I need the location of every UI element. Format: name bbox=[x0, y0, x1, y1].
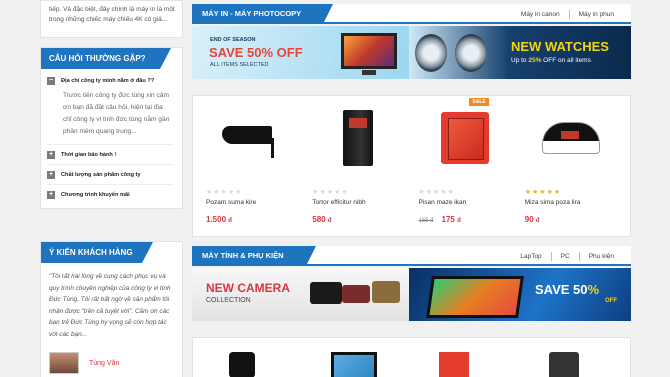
product-card[interactable]: ★★★★★ Miza sima poza lira 90 đ bbox=[518, 96, 624, 236]
tablet-image bbox=[426, 276, 524, 318]
faq-question[interactable]: + Chất lượng sản phẩm công ty bbox=[47, 165, 174, 184]
rating-stars: ★★★★★ bbox=[524, 189, 562, 196]
link-laptop[interactable]: LapTop bbox=[511, 252, 550, 261]
product-image[interactable] bbox=[312, 96, 404, 180]
banner-off: OFF bbox=[605, 298, 617, 304]
phone-image bbox=[440, 112, 489, 164]
product-price: 155 đ 175 đ bbox=[418, 215, 461, 224]
banner-end-of-season[interactable]: END OF SEASON SAVE 50% OFF ALL ITEMS SEL… bbox=[192, 26, 409, 79]
product-grid bbox=[192, 337, 631, 377]
intro-text: tiếp. Và đặc biệt, đây chính là máy in l… bbox=[40, 0, 183, 38]
faq-item[interactable]: + Thời gian bảo hành ! bbox=[47, 145, 174, 165]
banner-save-50[interactable]: SAVE 50% OFF bbox=[409, 268, 631, 321]
faq-question[interactable]: + Chương trình khuyến mãi bbox=[47, 185, 174, 204]
link-may-in-phun[interactable]: Máy in phun bbox=[568, 10, 623, 19]
faq-question[interactable]: − Địa chỉ công ty mình nằm ở đâu ?? bbox=[47, 71, 174, 90]
rating-stars: ★★★★★ bbox=[312, 189, 349, 196]
link-phu-kien[interactable]: Phụ kiện bbox=[578, 252, 623, 261]
banner-line-2: SAVE 50% OFF bbox=[209, 45, 303, 60]
testimonial-user-name[interactable]: Tùng Văn bbox=[89, 360, 119, 367]
smartwatch-image[interactable] bbox=[229, 352, 255, 377]
banner-title: NEW CAMERA bbox=[206, 281, 290, 295]
product-name[interactable]: Pisan maze ikan bbox=[419, 199, 511, 206]
minus-icon[interactable]: − bbox=[47, 76, 55, 85]
faq-answer: Trước tiên công ty đức tùng xin cảm ơn b… bbox=[63, 92, 170, 135]
link-may-in-canon[interactable]: Máy in canon bbox=[512, 10, 569, 19]
product-image[interactable] bbox=[525, 96, 617, 180]
faq-title: CÂU HỎI THƯỜNG GẶP? bbox=[41, 48, 171, 69]
faq-item[interactable]: − Địa chỉ công ty mình nằm ở đâu ?? Trướ… bbox=[47, 71, 174, 145]
sneaker-image bbox=[541, 122, 600, 154]
monitor-image[interactable] bbox=[331, 352, 377, 377]
faq-question-text[interactable]: Chương trình khuyến mãi bbox=[61, 192, 130, 198]
pc-tower-image bbox=[343, 110, 374, 166]
section-title[interactable]: MÁY TÍNH & PHỤ KIỆN bbox=[192, 246, 316, 266]
faq-question-text[interactable]: Địa chỉ công ty mình nằm ở đâu ?? bbox=[61, 78, 154, 84]
banner-title: SAVE 50% bbox=[535, 282, 600, 297]
banner-line-3: ALL ITEMS SELECTED bbox=[210, 62, 269, 68]
testimonial-title: Ý KIẾN KHÁCH HÀNG bbox=[41, 242, 153, 263]
product-price: 90 đ bbox=[524, 215, 540, 224]
sale-badge: SALE bbox=[469, 98, 489, 106]
faq-question-text[interactable]: Chất lượng sản phẩm công ty bbox=[61, 172, 141, 178]
link-pc[interactable]: PC bbox=[550, 252, 579, 261]
testimonial-user: Tùng Văn bbox=[49, 352, 182, 374]
tablet-image[interactable] bbox=[549, 352, 579, 377]
banner-subtitle: Up to 25% OFF on all items bbox=[511, 57, 591, 64]
camera-image bbox=[372, 281, 400, 303]
faq-item[interactable]: + Chất lượng sản phẩm công ty bbox=[47, 165, 174, 185]
product-card[interactable]: ★★★★★ Tortor efficitur nibh 580 đ bbox=[305, 96, 411, 236]
testimonial-panel: Ý KIẾN KHÁCH HÀNG "Tôi rất hài lòng về c… bbox=[40, 241, 183, 377]
rating-stars: ★★★★★ bbox=[206, 189, 243, 196]
old-price: 155 đ bbox=[418, 218, 434, 224]
banner-line-1: END OF SEASON bbox=[210, 37, 256, 43]
section-printers: MÁY IN - MÁY PHOTOCOPY Máy in canon Máy … bbox=[192, 4, 631, 237]
testimonial-text: "Tôi rất hài lòng về cung cách phục vụ v… bbox=[49, 273, 171, 338]
product-card[interactable]: SALE ★★★★★ Pisan maze ikan 155 đ 175 đ bbox=[412, 96, 518, 236]
watch-image bbox=[455, 34, 487, 72]
section-links: Máy in canon Máy in phun bbox=[512, 10, 623, 19]
high-heel-image bbox=[222, 118, 282, 158]
banner-new-camera[interactable]: NEW CAMERA COLLECTION bbox=[192, 268, 409, 321]
sidebar: tiếp. Và đặc biệt, đây chính là máy in l… bbox=[40, 0, 183, 377]
plus-icon[interactable]: + bbox=[47, 170, 55, 179]
avatar bbox=[49, 352, 79, 374]
faq-list: − Địa chỉ công ty mình nằm ở đâu ?? Trướ… bbox=[41, 69, 182, 208]
plus-icon[interactable]: + bbox=[47, 190, 55, 199]
faq-item[interactable]: + Chương trình khuyến mãi bbox=[47, 185, 174, 204]
product-price: 580 đ bbox=[312, 215, 332, 224]
product-name[interactable]: Miza sima poza lira bbox=[525, 199, 617, 206]
banner-subtitle: COLLECTION bbox=[206, 297, 251, 304]
product-image[interactable]: SALE bbox=[419, 96, 511, 180]
section-header: MÁY TÍNH & PHỤ KIỆN LapTop PC Phụ kiện bbox=[192, 246, 631, 266]
product-name[interactable]: Tortor efficitur nibh bbox=[312, 199, 404, 206]
product-card[interactable]: ★★★★★ Pozam suma kire 1.500 đ bbox=[199, 96, 305, 236]
banner-row: END OF SEASON SAVE 50% OFF ALL ITEMS SEL… bbox=[192, 26, 631, 79]
section-links: LapTop PC Phụ kiện bbox=[511, 252, 623, 261]
tv-image bbox=[341, 33, 397, 75]
faq-question[interactable]: + Thời gian bảo hành ! bbox=[47, 145, 174, 164]
product-image[interactable] bbox=[206, 96, 298, 180]
banner-row: NEW CAMERA COLLECTION SAVE 50% OFF bbox=[192, 268, 631, 321]
product-grid: ★★★★★ Pozam suma kire 1.500 đ ★★★★★ Tort… bbox=[192, 95, 631, 237]
section-computers: MÁY TÍNH & PHỤ KIỆN LapTop PC Phụ kiện N… bbox=[192, 246, 631, 377]
product-name[interactable]: Pozam suma kire bbox=[206, 199, 298, 206]
faq-question-text[interactable]: Thời gian bảo hành ! bbox=[61, 152, 116, 158]
watch-image bbox=[415, 34, 447, 72]
faq-panel: CÂU HỎI THƯỜNG GẶP? − Địa chỉ công ty mì… bbox=[40, 47, 183, 209]
camera-image bbox=[310, 282, 342, 304]
section-header: MÁY IN - MÁY PHOTOCOPY Máy in canon Máy … bbox=[192, 4, 631, 24]
banner-new-watches[interactable]: NEW WATCHES Up to 25% OFF on all items bbox=[409, 26, 631, 79]
banner-title: NEW WATCHES bbox=[511, 39, 609, 54]
camera-image bbox=[342, 285, 370, 303]
plus-icon[interactable]: + bbox=[47, 150, 55, 159]
phone-image[interactable] bbox=[439, 352, 469, 377]
section-title[interactable]: MÁY IN - MÁY PHOTOCOPY bbox=[192, 4, 334, 24]
rating-stars: ★★★★★ bbox=[418, 189, 455, 196]
product-price: 1.500 đ bbox=[206, 215, 232, 224]
